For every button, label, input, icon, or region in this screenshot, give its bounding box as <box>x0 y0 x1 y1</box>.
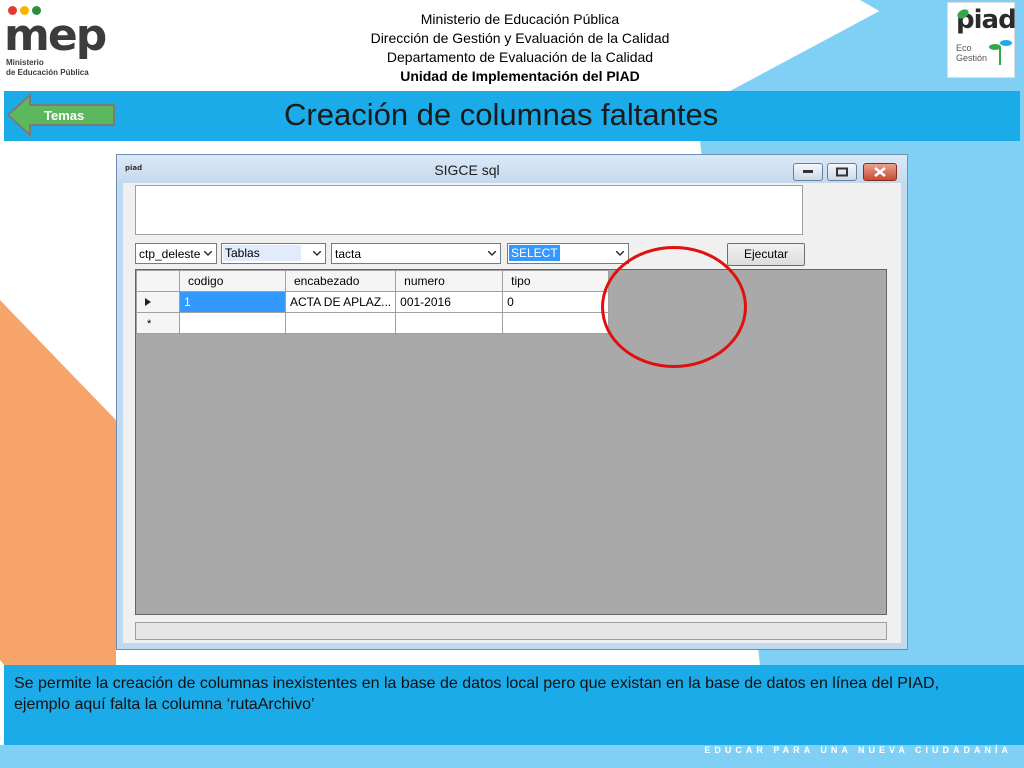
new-cell-encabezado[interactable] <box>284 312 397 334</box>
chevron-down-icon <box>616 251 624 257</box>
minimize-icon <box>803 170 813 173</box>
chevron-down-icon <box>488 251 496 257</box>
sigce-sql-window: piad SIGCE sql ctp_deleste Tablas tacta … <box>116 154 908 650</box>
maximize-button[interactable] <box>827 163 857 181</box>
new-row-indicator: * <box>136 312 180 334</box>
column-header-tipo[interactable]: tipo <box>502 270 610 292</box>
new-row[interactable]: * <box>136 312 610 334</box>
footer-slogan: EDUCAR PARA UNA NUEVA CIUDADANÍA <box>704 745 1012 755</box>
chevron-down-icon <box>204 251 212 257</box>
mep-logo-subtitle: Ministerio de Educación Pública <box>6 58 89 77</box>
new-cell-tipo[interactable] <box>502 312 610 334</box>
minimize-button[interactable] <box>793 163 823 181</box>
sql-query-textarea[interactable] <box>135 185 803 235</box>
missing-column-highlight <box>601 246 747 368</box>
close-icon <box>874 167 886 177</box>
explanation-text: Se permite la creación de columnas inexi… <box>14 675 940 713</box>
database-combo[interactable]: ctp_deleste <box>135 243 217 264</box>
command-combo[interactable]: SELECT <box>507 243 629 264</box>
window-title: SIGCE sql <box>434 162 500 178</box>
window-client-area: ctp_deleste Tablas tacta SELECT Ejecutar… <box>123 183 901 643</box>
leaf-icon <box>957 9 969 19</box>
temas-label: Temas <box>44 108 85 123</box>
horizontal-scrollbar[interactable] <box>135 622 887 640</box>
header-line-ministry: Ministerio de Educación Pública <box>420 11 620 27</box>
cell-tipo[interactable]: 0 <box>502 291 610 313</box>
table-row[interactable]: 1 ACTA DE APLAZ... 001-2016 0 <box>136 291 610 313</box>
piad-logo: piad Eco Gestión <box>947 2 1017 78</box>
column-header-codigo[interactable]: codigo <box>179 270 286 292</box>
results-table: codigo encabezado numero tipo 1 ACTA DE … <box>136 270 610 334</box>
explanation-note: Se permite la creación de columnas inexi… <box>4 665 1024 745</box>
maximize-icon <box>836 167 848 177</box>
slide-title-bar: Temas Creación de columnas faltantes <box>4 91 1020 141</box>
execute-button[interactable]: Ejecutar <box>727 243 805 266</box>
grid-header-row: codigo encabezado numero tipo <box>136 270 610 292</box>
cell-numero[interactable]: 001-2016 <box>395 291 504 313</box>
mep-logo: mep Ministerio de Educación Pública <box>2 2 107 82</box>
header-line-unit: Unidad de Implementación del PIAD <box>400 68 640 84</box>
column-header-encabezado[interactable]: encabezado <box>284 270 397 292</box>
table-combo[interactable]: tacta <box>331 243 501 264</box>
window-titlebar[interactable]: piad SIGCE sql <box>117 155 907 183</box>
sprout-icon <box>989 40 1012 65</box>
temas-back-button[interactable]: Temas <box>6 92 116 138</box>
ministry-header: Ministerio de Educación Pública Direcció… <box>300 10 740 86</box>
close-button[interactable] <box>863 163 897 181</box>
new-cell-codigo[interactable] <box>179 312 286 334</box>
current-row-indicator <box>136 291 180 313</box>
chevron-down-icon <box>313 251 321 257</box>
cell-encabezado[interactable]: ACTA DE APLAZ... <box>284 291 397 313</box>
header-line-direction: Dirección de Gestión y Evaluación de la … <box>370 30 670 46</box>
row-pointer-icon <box>145 298 151 306</box>
new-cell-numero[interactable] <box>395 312 504 334</box>
cell-codigo[interactable]: 1 <box>179 291 286 313</box>
slide-title: Creación de columnas faltantes <box>284 97 719 132</box>
eco-gestion-label: Eco Gestión <box>956 43 988 63</box>
results-grid[interactable]: codigo encabezado numero tipo 1 ACTA DE … <box>135 269 887 615</box>
mep-logo-word: mep <box>4 10 107 61</box>
objects-combo[interactable]: Tablas <box>221 243 326 264</box>
column-header-numero[interactable]: numero <box>395 270 504 292</box>
header-line-department: Departamento de Evaluación de la Calidad <box>386 49 654 65</box>
row-header-corner <box>136 270 180 292</box>
